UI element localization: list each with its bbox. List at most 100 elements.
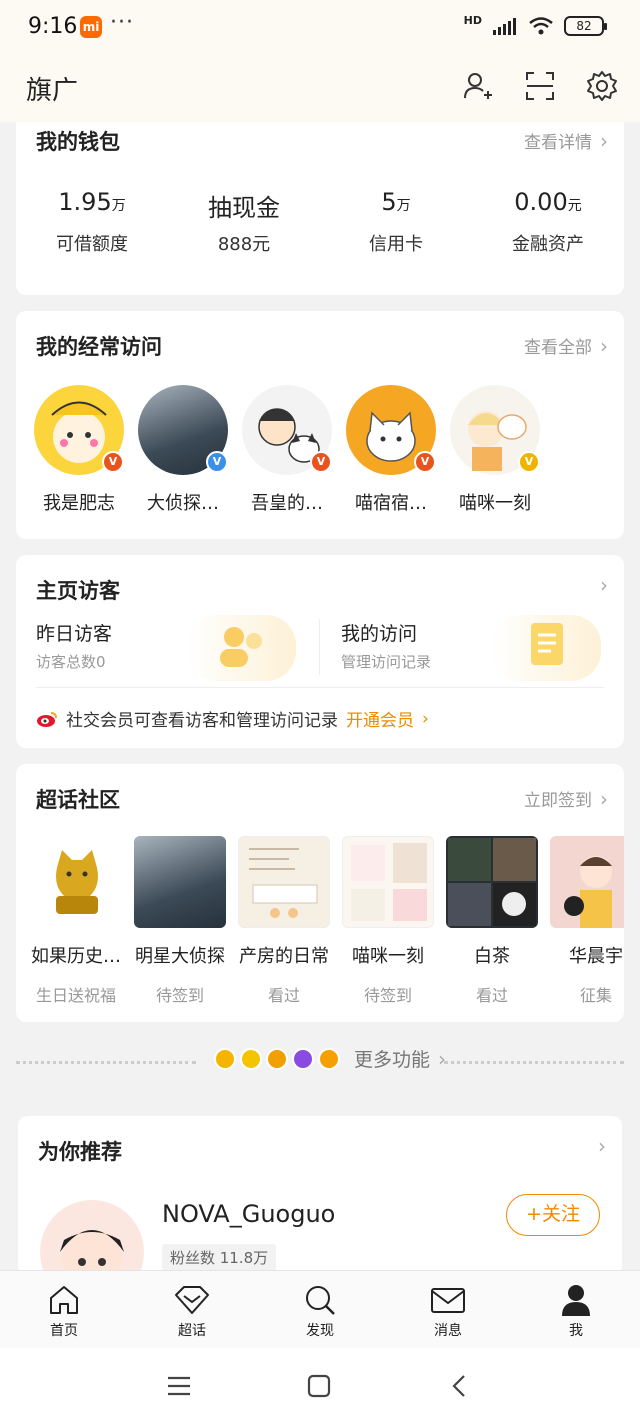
wallet-label: 金融资产 [512,234,584,255]
nav-discover[interactable]: 发现 [256,1271,384,1348]
wallet-items: 1.95万 可借额度 抽现金 888元 5万 信用卡 0.00元 金融资产 [16,188,624,256]
page-title: 旗广 [26,76,79,106]
back-icon [452,1375,465,1397]
wallet-label: 可借额度 [56,234,128,255]
feature-icon [266,1047,288,1070]
wallet-value: 5 [381,188,397,216]
gold-cat-statue-icon [56,850,98,914]
settings-button[interactable] [584,68,620,104]
visitors-more-link[interactable]: › [600,573,608,597]
add-friend-button[interactable] [460,68,496,104]
frequent-item[interactable]: V 喵咪一刻 [450,385,540,515]
sign-in-now-link[interactable]: 立即签到 › [524,786,608,812]
my-visits[interactable]: 我的访问 管理访问记录 [321,615,611,685]
wallet-title: 我的钱包 [36,130,120,154]
open-membership-link[interactable]: 开通会员 [346,706,414,731]
signal-icon: HD [463,13,482,27]
topic-status: 待签到 [363,986,412,1005]
frequent-item[interactable]: V 我是肥志 [34,385,124,515]
frequent-item-name: 喵宿宿… [355,493,427,514]
wallet-item-credit-card[interactable]: 5万 信用卡 [320,188,472,256]
frequent-visits-card: 我的经常访问 查看全部 › V 我是肥志 V 大侦探… V 吾皇的… V 喵宿宿… [16,311,624,539]
recommend-card: 为你推荐 › NOVA_Guoguo 粉丝数 11.8万 +关注 [18,1116,622,1304]
frequent-item[interactable]: V 大侦探… [138,385,228,515]
visits-illustration [491,615,601,681]
nav-messages[interactable]: 消息 [384,1271,512,1348]
super-topic-item[interactable]: 产房的日常 看过 [238,836,330,1006]
document-icon [531,623,563,665]
wallet-item-assets[interactable]: 0.00元 金融资产 [472,188,624,256]
feature-icon [240,1047,262,1070]
frequent-item-name: 我是肥志 [43,493,115,514]
wallet-label: 888元 [217,234,271,255]
frequent-item-name: 喵咪一刻 [459,493,531,514]
super-topic-item[interactable]: 明星大侦探 待签到 [134,836,226,1006]
super-topic-list: 如果历史… 生日送祝福 明星大侦探 待签到 产房的日常 看过 喵咪一刻 待签到 [30,836,624,1006]
frequent-item[interactable]: V 喵宿宿… [346,385,436,515]
chevron-right-icon: › [598,1134,606,1158]
wallet-card: 我的钱包 查看详情 › 1.95万 可借额度 抽现金 888元 5万 信用卡 0… [16,122,624,295]
status-right: HD 82 [463,13,607,36]
nav-home[interactable]: 首页 [0,1271,128,1348]
menu-icon [168,1376,190,1396]
recommend-more-link[interactable]: › [598,1134,606,1158]
super-topic-item[interactable]: 如果历史… 生日送祝福 [30,836,122,1006]
frequent-item-name: 大侦探… [147,493,219,514]
avatar: V [346,385,436,475]
visitors-sections: 昨日访客 访客总数0 我的访问 管理访问记录 [16,615,624,695]
scan-button[interactable] [522,68,558,104]
chevron-right-icon: › [600,128,608,153]
super-topic-item[interactable]: 白茶 看过 [446,836,538,1006]
wallet-unit: 万 [111,198,126,214]
membership-notice-text: 社交会员可查看访客和管理访问记录 [66,711,338,731]
diamond-icon [175,1286,209,1314]
frequent-item[interactable]: V 吾皇的… [242,385,332,515]
my-visits-sub: 管理访问记录 [341,653,432,671]
chevron-right-icon: › [438,1046,447,1071]
super-topic-item[interactable]: 喵咪一刻 待签到 [342,836,434,1006]
divider [16,1061,196,1064]
wallet-item-cash[interactable]: 抽现金 888元 [168,188,320,256]
visitors-title: 主页访客 [36,579,120,603]
gear-icon [587,71,617,101]
follow-button[interactable]: +关注 [506,1194,600,1236]
user-icon [562,1285,590,1316]
back-button[interactable] [441,1368,477,1404]
feature-icon [214,1047,236,1070]
nav-me[interactable]: 我 [512,1271,640,1348]
verified-badge-icon: V [414,451,436,473]
search-icon [306,1286,335,1315]
topic-name: 产房的日常 [239,946,329,967]
wallet-unit: 元 [567,198,582,214]
home-button[interactable] [301,1368,337,1404]
topic-name: 明星大侦探 [135,946,225,967]
verified-badge-icon: V [102,451,124,473]
avatar: V [242,385,332,475]
status-bar: 9:16 mi ··· HD 82 [0,0,640,56]
visitors-illustration [186,615,296,681]
recommend-user-name[interactable]: NOVA_Guoguo [162,1200,335,1228]
avatar: V [450,385,540,475]
chevron-right-icon: › [600,333,608,358]
topic-thumbnail [134,836,226,928]
sign-in-now-label: 立即签到 [524,791,592,811]
weibo-logo-icon [37,711,57,727]
wallet-details-link[interactable]: 查看详情 › [524,128,608,154]
more-features-button[interactable]: 更多功能 › [214,1045,446,1072]
super-topic-item[interactable]: 华晨宇 征集 [550,836,624,1006]
header-actions [460,68,620,104]
menu-button[interactable] [161,1368,197,1404]
square-icon [307,1374,331,1398]
more-notifications-icon: ··· [110,10,134,35]
verified-badge-icon: V [206,451,228,473]
people-icon [220,627,262,667]
frequent-view-all-link[interactable]: 查看全部 › [524,333,608,359]
yesterday-visitors[interactable]: 昨日访客 访客总数0 [16,615,306,685]
topic-thumbnail [550,836,624,928]
membership-notice[interactable]: 社交会员可查看访客和管理访问记录 开通会员 › [36,687,604,731]
topic-thumbnail [342,836,434,928]
topic-thumbnail [446,836,538,928]
topic-status: 看过 [267,986,300,1005]
wallet-item-credit[interactable]: 1.95万 可借额度 [16,188,168,256]
nav-super-topic[interactable]: 超话 [128,1271,256,1348]
